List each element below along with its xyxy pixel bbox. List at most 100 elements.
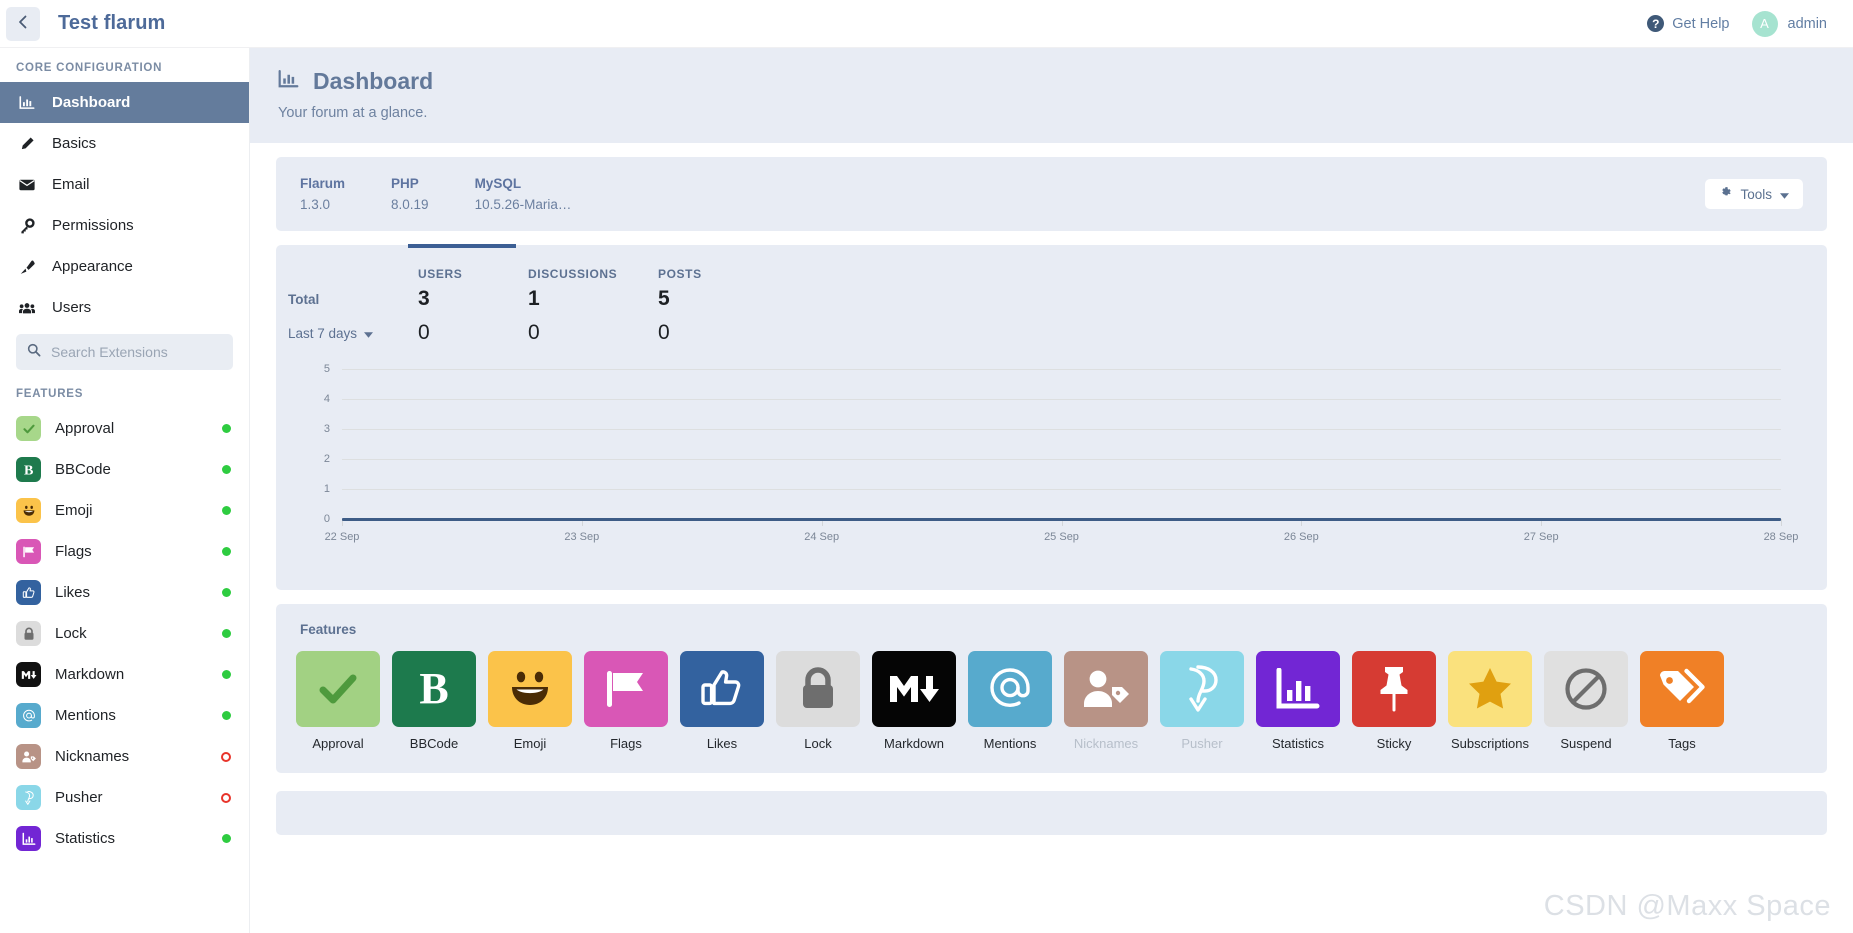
status-badge [222, 711, 231, 720]
sidebar-item-permissions[interactable]: Permissions [0, 205, 249, 246]
chart-x-tick-label: 27 Sep [1523, 531, 1559, 543]
feature-tile-mentions[interactable]: Mentions [968, 651, 1052, 751]
info-key: Flarum [300, 176, 346, 191]
sidebar-extension-emoji[interactable]: Emoji [0, 490, 249, 531]
thumbtack-icon [1352, 651, 1436, 727]
feature-tile-bbcode[interactable]: B BBCode [392, 651, 476, 751]
lock-icon [776, 651, 860, 727]
tags-icon [1640, 651, 1724, 727]
status-badge [222, 834, 231, 843]
back-button[interactable] [6, 6, 40, 41]
sidebar-extension-bbcode[interactable]: B BBCode [0, 449, 249, 490]
key-icon [16, 217, 38, 234]
info-value: 10.5.26-Maria… [474, 197, 572, 212]
stat-column-users[interactable]: USERS [408, 244, 528, 281]
feature-tile-statistics[interactable]: Statistics [1256, 651, 1340, 751]
feature-tile-tags[interactable]: Tags [1640, 651, 1724, 751]
chart-bar-icon [16, 95, 38, 111]
sidebar-extension-label: Approval [55, 420, 115, 437]
check-icon [296, 651, 380, 727]
tools-button[interactable]: Tools [1705, 179, 1803, 209]
sidebar-item-email[interactable]: Email [0, 164, 249, 205]
feature-tile-label: Pusher [1181, 736, 1223, 751]
stat-period-selector[interactable]: Last 7 days [288, 311, 418, 345]
chart-x-tick-label: 24 Sep [804, 531, 840, 543]
search-box[interactable] [16, 334, 233, 370]
feature-tile-subscriptions[interactable]: Subscriptions [1448, 651, 1532, 751]
sidebar-extension-likes[interactable]: Likes [0, 572, 249, 613]
chevron-left-icon [17, 15, 29, 32]
feature-tile-markdown[interactable]: Markdown [872, 651, 956, 751]
sidebar-extension-label: Statistics [55, 830, 116, 847]
pusher-icon [1160, 651, 1244, 727]
status-badge [222, 629, 231, 638]
stat-column-discussions[interactable]: DISCUSSIONS [528, 245, 658, 281]
lock-icon [16, 621, 41, 646]
gear-icon [1719, 186, 1732, 202]
chart-gridline [342, 429, 1781, 430]
stat-period-posts: 0 [658, 321, 670, 344]
stat-column-posts[interactable]: POSTS [658, 245, 768, 281]
get-help-link[interactable]: ? Get Help [1647, 15, 1730, 32]
search-extensions-wrap [0, 328, 249, 374]
sidebar-extension-pusher[interactable]: Pusher [0, 777, 249, 818]
chart-y-tick-label: 4 [323, 393, 330, 405]
top-bar-actions: ? Get Help A admin [1647, 10, 1853, 37]
feature-tile-sticky[interactable]: Sticky [1352, 651, 1436, 751]
chart-x-tick-label: 22 Sep [324, 531, 360, 543]
status-badge [222, 547, 231, 556]
feature-tile-nicknames[interactable]: Nicknames [1064, 651, 1148, 751]
main-content: Dashboard Your forum at a glance. Flarum… [250, 48, 1853, 933]
sidebar-item-dashboard[interactable]: Dashboard [0, 82, 249, 123]
chart-bar-icon [16, 826, 41, 851]
pencil-icon [16, 136, 38, 152]
feature-tile-flags[interactable]: Flags [584, 651, 668, 751]
sidebar-item-users[interactable]: Users [0, 287, 249, 328]
feature-tile-suspend[interactable]: Suspend [1544, 651, 1628, 751]
chart-gridline [342, 459, 1781, 460]
sidebar-extension-markdown[interactable]: Markdown [0, 654, 249, 695]
chevron-down-icon [1780, 187, 1789, 202]
statistics-grid: USERS DISCUSSIONS POSTS Total 3 1 5 Last… [276, 244, 1827, 345]
status-badge [221, 751, 231, 762]
stat-total-posts: 5 [658, 287, 670, 310]
sidebar-item-basics[interactable]: Basics [0, 123, 249, 164]
feature-tile-approval[interactable]: Approval [296, 651, 380, 751]
chart-x-tick-label: 26 Sep [1283, 531, 1319, 543]
chart-gridline [342, 399, 1781, 400]
feature-tile-pusher[interactable]: Pusher [1160, 651, 1244, 751]
stat-total-discussions: 1 [528, 287, 540, 310]
chevron-down-icon [364, 326, 374, 341]
features-card: Features Approval B BBCode Emoji Flags Likes L… [276, 604, 1827, 773]
feature-tile-label: BBCode [409, 736, 459, 751]
features-title: Features [300, 622, 357, 637]
sidebar-extension-lock[interactable]: Lock [0, 613, 249, 654]
sidebar-extension-approval[interactable]: Approval [0, 408, 249, 449]
sidebar-extension-nicknames[interactable]: Nicknames [0, 736, 249, 777]
system-info-columns: Flarum 1.3.0 PHP 8.0.19 MySQL 10.5.26-Maria… [300, 176, 617, 212]
statistics-card: USERS DISCUSSIONS POSTS Total 3 1 5 Last… [276, 244, 1827, 590]
user-menu[interactable]: A admin [1751, 10, 1827, 37]
envelope-icon [16, 177, 38, 193]
sidebar-features-heading: FEATURES [16, 388, 84, 400]
pusher-icon [16, 785, 41, 810]
features-row: Approval B BBCode Emoji Flags Likes Lock Markdo… [296, 651, 1807, 751]
sidebar-extension-statistics[interactable]: Statistics [0, 818, 249, 859]
search-input[interactable] [51, 344, 222, 360]
feature-tile-emoji[interactable]: Emoji [488, 651, 572, 751]
sidebar-item-appearance[interactable]: Appearance [0, 246, 249, 287]
info-column-mysql: MySQL 10.5.26-Maria… [475, 176, 572, 212]
chart-gridline [342, 369, 1781, 370]
tools-label: Tools [1740, 186, 1772, 202]
sidebar-extension-label: Lock [55, 625, 87, 642]
sidebar-extension-mentions[interactable]: Mentions [0, 695, 249, 736]
sidebar-core-list: Dashboard Basics Email Permissions Appearanc… [0, 82, 249, 328]
ban-icon [1544, 651, 1628, 727]
feature-tile-lock[interactable]: Lock [776, 651, 860, 751]
flag-icon [16, 539, 41, 564]
feature-tile-likes[interactable]: Likes [680, 651, 764, 751]
feature-tile-label: Sticky [1376, 736, 1412, 751]
feature-tile-label: Statistics [1271, 736, 1324, 751]
chart-y-tick-label: 5 [323, 363, 330, 375]
sidebar-extension-flags[interactable]: Flags [0, 531, 249, 572]
